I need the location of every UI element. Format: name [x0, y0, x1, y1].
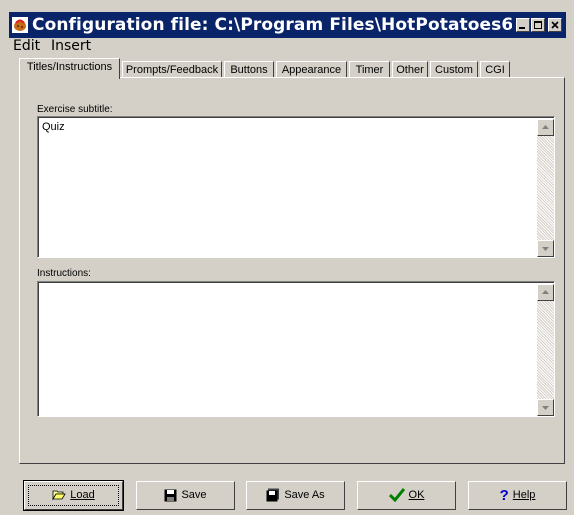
- instructions-textarea[interactable]: [37, 281, 555, 417]
- tab-label: Titles/Instructions: [26, 61, 113, 73]
- arrow-down-icon: [542, 406, 549, 410]
- subtitle-textarea-inner: Quiz: [38, 117, 554, 257]
- instructions-scrollbar[interactable]: [537, 284, 554, 416]
- save-button-label: Save: [181, 489, 207, 501]
- minimize-button[interactable]: [516, 18, 530, 32]
- tab-appearance[interactable]: Appearance: [276, 61, 347, 78]
- tab-label: Other: [396, 64, 424, 76]
- menu-bar: Edit Insert: [9, 38, 566, 55]
- load-button-label: Load: [70, 489, 95, 501]
- tab-label: Timer: [355, 64, 384, 76]
- window-title: Configuration file: C:\Program Files\Hot…: [32, 15, 512, 35]
- button-bar: Load Save Save As OK ? Help: [9, 474, 567, 515]
- tab-timer[interactable]: Timer: [349, 61, 390, 78]
- instructions-scroll-up-button[interactable]: [537, 284, 554, 301]
- help-button[interactable]: ? Help: [468, 481, 567, 510]
- ok-button[interactable]: OK: [357, 481, 456, 510]
- arrow-down-icon: [542, 247, 549, 251]
- tab-label: Appearance: [281, 64, 342, 76]
- tab-panel-titles-instructions: Exercise subtitle: Quiz Instructions:: [19, 77, 565, 464]
- subtitle-scroll-down-button[interactable]: [537, 240, 554, 257]
- tab-cgi[interactable]: CGI: [480, 61, 510, 78]
- tab-label: Prompts/Feedback: [125, 64, 219, 76]
- load-button[interactable]: Load: [23, 480, 124, 511]
- tab-other[interactable]: Other: [392, 61, 428, 78]
- subtitle-label: Exercise subtitle:: [37, 104, 113, 115]
- floppy-disk-icon: [164, 489, 177, 502]
- menu-edit[interactable]: Edit: [13, 38, 40, 54]
- subtitle-textarea[interactable]: Quiz: [37, 116, 555, 258]
- maximize-button[interactable]: [531, 18, 545, 32]
- save-button[interactable]: Save: [136, 481, 235, 510]
- tab-titles-instructions[interactable]: Titles/Instructions: [19, 58, 120, 79]
- tab-prompts-feedback[interactable]: Prompts/Feedback: [122, 61, 222, 78]
- config-window: Configuration file: C:\Program Files\Hot…: [0, 0, 574, 515]
- menu-insert[interactable]: Insert: [51, 38, 91, 54]
- ok-button-label: OK: [408, 489, 425, 501]
- tab-buttons[interactable]: Buttons: [224, 61, 274, 78]
- folder-open-icon: [52, 490, 66, 501]
- question-mark-icon: ?: [499, 487, 509, 504]
- maximize-icon: [534, 21, 542, 29]
- floppy-save-as-icon: [266, 488, 280, 502]
- hot-potatoes-app-icon[interactable]: [12, 17, 28, 33]
- subtitle-scrollbar[interactable]: [537, 119, 554, 257]
- minimize-icon: [519, 27, 525, 29]
- checkmark-icon: [388, 488, 405, 503]
- arrow-up-icon: [542, 125, 549, 129]
- arrow-up-icon: [542, 290, 549, 294]
- instructions-scroll-down-button[interactable]: [537, 399, 554, 416]
- save-as-button[interactable]: Save As: [246, 481, 345, 510]
- title-bar[interactable]: Configuration file: C:\Program Files\Hot…: [9, 12, 566, 38]
- instructions-label: Instructions:: [37, 268, 91, 279]
- instructions-textarea-inner: [38, 282, 554, 416]
- close-icon: [551, 21, 559, 29]
- tab-custom[interactable]: Custom: [430, 61, 478, 78]
- save-as-button-label: Save As: [284, 489, 325, 501]
- subtitle-scroll-up-button[interactable]: [537, 119, 554, 136]
- subtitle-value: Quiz: [42, 121, 65, 133]
- tab-label: CGI: [485, 64, 505, 76]
- tab-label: Buttons: [230, 64, 268, 76]
- close-button[interactable]: [548, 18, 562, 32]
- help-button-label: Help: [512, 489, 536, 502]
- tab-label: Custom: [435, 64, 473, 76]
